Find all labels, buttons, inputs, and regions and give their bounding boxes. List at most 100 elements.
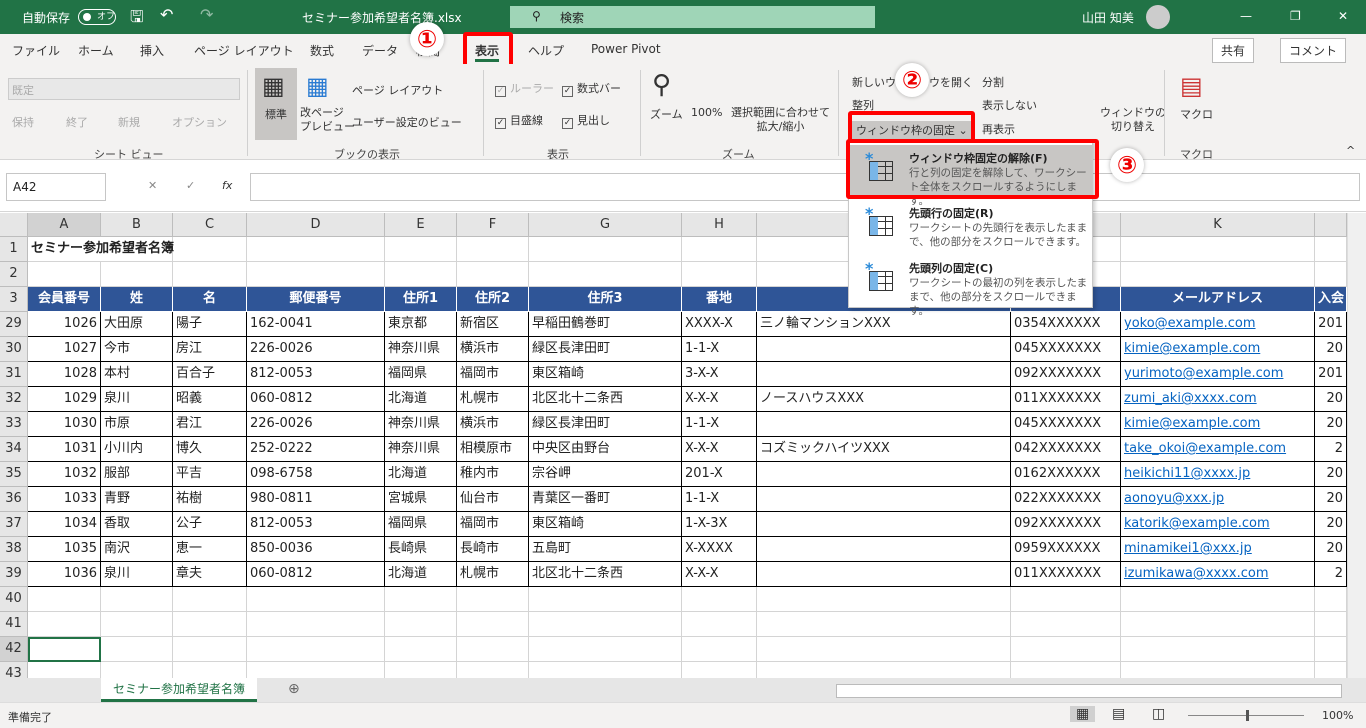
headings-checkbox[interactable]: ✓ 見出し: [562, 112, 610, 129]
table-cell[interactable]: 1035: [28, 537, 101, 562]
column-header[interactable]: K: [1121, 213, 1315, 237]
sheet-title[interactable]: セミナー参加希望者名簿: [28, 237, 174, 262]
email-link[interactable]: zumi_aki@xxxx.com: [1121, 387, 1315, 412]
redo-icon[interactable]: ↷: [200, 5, 213, 24]
table-cell[interactable]: 北区北十二条西: [529, 387, 682, 412]
cell[interactable]: [1121, 262, 1315, 287]
page-break-preview-button[interactable]: 改ページ プレビュー: [300, 106, 355, 134]
table-cell[interactable]: 恵一: [173, 537, 247, 562]
row-header[interactable]: 34: [0, 437, 28, 462]
table-cell[interactable]: 札幌市: [457, 562, 529, 587]
column-title[interactable]: 会員番号: [28, 287, 101, 312]
tab-power-pivot[interactable]: Power Pivot: [591, 42, 661, 56]
table-cell[interactable]: 神奈川県: [385, 437, 457, 462]
table-cell[interactable]: 201: [1315, 362, 1347, 387]
table-cell[interactable]: 緑区長津田町: [529, 337, 682, 362]
tab-home[interactable]: ホーム: [78, 42, 114, 59]
table-cell[interactable]: 福岡市: [457, 512, 529, 537]
row-header[interactable]: 1: [0, 237, 28, 262]
unhide-button[interactable]: 再表示: [982, 121, 1015, 137]
cell[interactable]: [1315, 662, 1347, 678]
table-cell[interactable]: 南沢: [101, 537, 173, 562]
table-cell[interactable]: [757, 512, 1011, 537]
cell[interactable]: [28, 612, 101, 637]
cell[interactable]: [1315, 637, 1347, 662]
column-header[interactable]: E: [385, 213, 457, 237]
column-header[interactable]: B: [101, 213, 173, 237]
column-title[interactable]: 姓: [101, 287, 173, 312]
table-cell[interactable]: X-X-X: [682, 562, 757, 587]
table-cell[interactable]: 福岡県: [385, 362, 457, 387]
table-cell[interactable]: 3-X-X: [682, 362, 757, 387]
search-box[interactable]: ⚲ 検索: [510, 6, 875, 28]
table-cell[interactable]: 泉川: [101, 562, 173, 587]
formula-bar-checkbox[interactable]: ✓ 数式バー: [562, 80, 621, 97]
sheet-tab[interactable]: セミナー参加希望者名簿: [101, 678, 257, 702]
row-header[interactable]: 32: [0, 387, 28, 412]
email-link[interactable]: kimie@example.com: [1121, 337, 1315, 362]
cell[interactable]: [247, 237, 385, 262]
table-cell[interactable]: [757, 362, 1011, 387]
table-cell[interactable]: コズミックハイツXXX: [757, 437, 1011, 462]
table-cell[interactable]: 045XXXXXXX: [1011, 412, 1121, 437]
table-cell[interactable]: 201-X: [682, 462, 757, 487]
table-cell[interactable]: 早稲田鶴巻町: [529, 312, 682, 337]
zoom-100-button[interactable]: 100%: [691, 106, 722, 119]
cell[interactable]: [457, 612, 529, 637]
cell[interactable]: [529, 612, 682, 637]
table-cell[interactable]: 20: [1315, 337, 1347, 362]
tab-data[interactable]: データ: [362, 42, 398, 59]
cell[interactable]: [1121, 237, 1315, 262]
column-title[interactable]: 名: [173, 287, 247, 312]
ruler-checkbox[interactable]: ✓ ルーラー: [495, 80, 554, 97]
cell[interactable]: [1121, 587, 1315, 612]
cell[interactable]: [247, 612, 385, 637]
keep-button[interactable]: 保持: [12, 114, 34, 130]
cell[interactable]: [457, 237, 529, 262]
table-cell[interactable]: 青葉区一番町: [529, 487, 682, 512]
zoom-to-selection-button[interactable]: 選択範囲に合わせて 拡大/縮小: [731, 106, 830, 134]
freeze-menu-item[interactable]: * 先頭行の固定(R) ワークシートの先頭行を表示したままで、他の部分をスクロールで…: [849, 200, 1092, 254]
column-title[interactable]: 住所3: [529, 287, 682, 312]
table-cell[interactable]: 226-0026: [247, 337, 385, 362]
table-cell[interactable]: 市原: [101, 412, 173, 437]
table-cell[interactable]: 1030: [28, 412, 101, 437]
normal-view-icon[interactable]: ▦: [1070, 706, 1096, 722]
table-cell[interactable]: 稚内市: [457, 462, 529, 487]
table-cell[interactable]: 092XXXXXXX: [1011, 362, 1121, 387]
cell[interactable]: [247, 637, 385, 662]
cell[interactable]: [1315, 237, 1347, 262]
cell[interactable]: [757, 587, 1011, 612]
cell[interactable]: [529, 587, 682, 612]
table-cell[interactable]: 東区箱崎: [529, 512, 682, 537]
email-link[interactable]: minamikei1@xxx.jp: [1121, 537, 1315, 562]
column-title[interactable]: 郵便番号: [247, 287, 385, 312]
email-link[interactable]: kimie@example.com: [1121, 412, 1315, 437]
table-cell[interactable]: X-X-X: [682, 387, 757, 412]
cell[interactable]: [529, 262, 682, 287]
table-cell[interactable]: 五島町: [529, 537, 682, 562]
table-cell[interactable]: 1027: [28, 337, 101, 362]
table-cell[interactable]: X-X-X: [682, 437, 757, 462]
row-header[interactable]: 37: [0, 512, 28, 537]
cell[interactable]: [1121, 662, 1315, 678]
custom-views-button[interactable]: ユーザー設定のビュー: [352, 114, 462, 130]
table-cell[interactable]: 20: [1315, 512, 1347, 537]
minimize-icon[interactable]: —: [1240, 9, 1252, 23]
tab-formulas[interactable]: 数式: [310, 42, 334, 59]
switch-windows-button[interactable]: ウィンドウの 切り替え: [1100, 106, 1166, 134]
table-cell[interactable]: XXXX-X: [682, 312, 757, 337]
restore-icon[interactable]: ❐: [1290, 9, 1301, 23]
autosave-toggle[interactable]: オフ: [78, 9, 116, 25]
tab-help[interactable]: ヘルプ: [528, 42, 564, 59]
column-title[interactable]: 住所2: [457, 287, 529, 312]
table-cell[interactable]: 香取: [101, 512, 173, 537]
table-cell[interactable]: 060-0812: [247, 562, 385, 587]
row-header[interactable]: 35: [0, 462, 28, 487]
table-cell[interactable]: 北海道: [385, 462, 457, 487]
cell[interactable]: [682, 612, 757, 637]
cell[interactable]: [173, 662, 247, 678]
cancel-icon[interactable]: ✕: [148, 179, 157, 192]
table-cell[interactable]: 850-0036: [247, 537, 385, 562]
table-cell[interactable]: 0162XXXXXX: [1011, 462, 1121, 487]
